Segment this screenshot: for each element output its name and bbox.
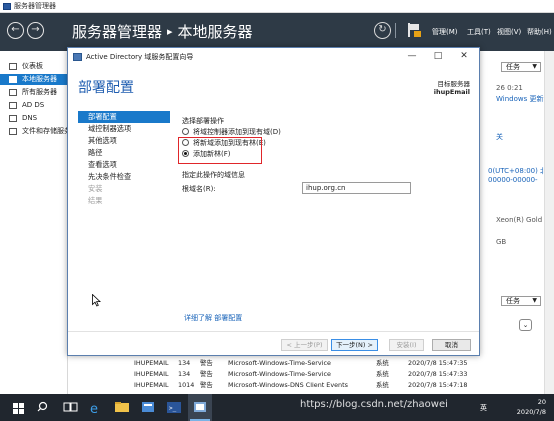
input-language-indicator[interactable]: 英 bbox=[480, 403, 487, 413]
sidebar: 仪表板 本地服务器 所有服务器 AD DS DNS 文件和存储服务 bbox=[0, 51, 68, 394]
adds-icon bbox=[9, 102, 17, 109]
domain-info-label: 指定此操作的域信息 bbox=[182, 171, 245, 179]
menu-tools[interactable]: 工具(T) bbox=[467, 27, 491, 37]
previous-button[interactable]: < 上一步(P) bbox=[281, 339, 328, 351]
wizard-titlebar: Active Directory 域服务配置向导 — □ ✕ bbox=[68, 48, 479, 66]
breadcrumb-separator: ▸ bbox=[167, 25, 173, 38]
wizard-taskbar-icon[interactable] bbox=[188, 394, 212, 421]
step-prerequisites[interactable]: 先决条件检查 bbox=[78, 171, 170, 183]
adds-config-wizard: Active Directory 域服务配置向导 — □ ✕ 部署配置 目标服务… bbox=[67, 47, 480, 356]
step-additional-options[interactable]: 其他选项 bbox=[78, 135, 170, 147]
back-button[interactable]: ← bbox=[7, 22, 24, 39]
svg-text:e: e bbox=[90, 402, 98, 417]
powershell-icon[interactable]: >_ bbox=[162, 394, 186, 421]
sidebar-item-file-storage[interactable]: 文件和存储服务 bbox=[0, 126, 68, 137]
server-manager-titlebar: 服务器管理器 bbox=[0, 0, 554, 13]
expand-collapse-button[interactable]: ⌄ bbox=[519, 319, 532, 331]
server-manager-taskbar-icon[interactable] bbox=[136, 394, 160, 421]
menu-manage[interactable]: 管理(M) bbox=[432, 27, 458, 37]
search-icon[interactable] bbox=[32, 394, 56, 421]
product-id-link[interactable]: 00000-00000- bbox=[488, 176, 538, 184]
option-add-dc-existing-domain[interactable]: 将域控制器添加到现有域(D) bbox=[182, 127, 281, 137]
maximize-icon[interactable]: □ bbox=[427, 49, 449, 64]
cancel-button[interactable]: 取消 bbox=[432, 339, 471, 351]
wizard-title: Active Directory 域服务配置向导 bbox=[86, 53, 194, 61]
sidebar-item-local-server[interactable]: 本地服务器 bbox=[0, 74, 68, 85]
table-row[interactable]: IHUPEMAIL 134 警告 Microsoft-Windows-Time-… bbox=[130, 369, 480, 380]
step-dc-options[interactable]: 域控制器选项 bbox=[78, 123, 170, 135]
notifications-flag-icon[interactable] bbox=[408, 23, 421, 37]
wizard-heading: 部署配置 bbox=[78, 80, 134, 96]
wizard-footer-divider bbox=[68, 331, 479, 332]
chevron-down-icon: ▼ bbox=[532, 63, 537, 70]
target-server: 目标服务器 ihupEmail bbox=[433, 80, 470, 96]
close-icon[interactable]: ✕ bbox=[453, 49, 475, 64]
step-results: 结果 bbox=[88, 196, 103, 205]
step-paths[interactable]: 路径 bbox=[78, 147, 170, 159]
processor-value: Xeon(R) Gold bbox=[496, 216, 543, 224]
header-divider bbox=[395, 23, 396, 38]
watermark-text: https://blog.csdn.net/zhaowei bbox=[300, 399, 448, 410]
step-review-options[interactable]: 查看选项 bbox=[78, 159, 170, 171]
clock-time: 20 bbox=[537, 398, 546, 406]
breadcrumb: 服务器管理器 ▸ 本地服务器 bbox=[72, 21, 253, 42]
radio-button[interactable] bbox=[182, 128, 189, 135]
refresh-icon[interactable]: ↻ bbox=[374, 22, 391, 39]
more-info-link[interactable]: 详细了解 部署配置 bbox=[184, 313, 242, 323]
menu-view[interactable]: 视图(V) bbox=[497, 27, 521, 37]
install-button[interactable]: 安装(I) bbox=[389, 339, 424, 351]
menu-help[interactable]: 帮助(H) bbox=[527, 27, 552, 37]
clock-date: 2020/7/8 bbox=[516, 408, 546, 416]
chevron-down-icon: ▼ bbox=[532, 297, 537, 304]
server-manager-header: ← → 服务器管理器 ▸ 本地服务器 ↻ 管理(M) 工具(T) 视图(V) 帮助(… bbox=[0, 13, 554, 51]
operation-section-label: 选择部署操作 bbox=[182, 117, 224, 125]
step-deployment-config[interactable]: 部署配置 bbox=[78, 111, 170, 123]
table-row[interactable]: IHUPEMAIL 1014 警告 Microsoft-Windows-DNS … bbox=[130, 380, 480, 391]
breadcrumb-current: 本地服务器 bbox=[177, 23, 253, 41]
wizard-steps: 部署配置 域控制器选项 其他选项 路径 查看选项 先决条件检查 安装 结果 bbox=[78, 111, 170, 207]
next-button[interactable]: 下一步(N) > bbox=[331, 339, 378, 351]
server-icon bbox=[9, 76, 17, 83]
sidebar-item-adds[interactable]: AD DS bbox=[0, 100, 68, 111]
last-installed-value: 26 0:21 bbox=[496, 84, 523, 92]
step-installation: 安装 bbox=[88, 184, 103, 193]
sidebar-item-dns[interactable]: DNS bbox=[0, 113, 68, 124]
file-storage-icon bbox=[9, 128, 17, 135]
forward-button[interactable]: → bbox=[27, 22, 44, 39]
servers-icon bbox=[9, 89, 17, 96]
windows-logo-icon bbox=[13, 403, 24, 414]
windows-update-link[interactable]: Windows 更新 bbox=[496, 94, 543, 104]
minimize-icon[interactable]: — bbox=[401, 49, 423, 64]
breadcrumb-root[interactable]: 服务器管理器 bbox=[72, 23, 162, 41]
server-manager-icon bbox=[3, 3, 11, 10]
mouse-pointer-icon bbox=[92, 294, 101, 307]
sidebar-item-all-servers[interactable]: 所有服务器 bbox=[0, 87, 68, 98]
tasks-dropdown[interactable]: 任务 ▼ bbox=[501, 62, 541, 72]
target-server-name: ihupEmail bbox=[433, 88, 470, 96]
root-domain-label: 根域名(R): bbox=[182, 185, 216, 193]
task-view-icon[interactable] bbox=[58, 394, 82, 421]
svg-text:>_: >_ bbox=[169, 405, 177, 412]
setting-off-link[interactable]: 关 bbox=[496, 132, 503, 142]
start-button[interactable] bbox=[4, 394, 28, 421]
window-title: 服务器管理器 bbox=[14, 2, 56, 10]
events-tasks-dropdown[interactable]: 任务 ▼ bbox=[501, 296, 541, 306]
table-row[interactable]: IHUPEMAIL 134 警告 Microsoft-Windows-Time-… bbox=[130, 358, 480, 369]
dashboard-icon bbox=[9, 63, 17, 70]
wizard-app-icon bbox=[73, 53, 82, 61]
root-domain-input[interactable] bbox=[302, 182, 411, 194]
vertical-scrollbar[interactable] bbox=[544, 51, 554, 394]
selection-highlight-box bbox=[178, 137, 262, 164]
clock[interactable]: 20 2020/7/8 bbox=[506, 397, 546, 417]
dns-icon bbox=[9, 115, 17, 122]
memory-value: GB bbox=[496, 238, 507, 246]
sidebar-item-dashboard[interactable]: 仪表板 bbox=[0, 61, 68, 72]
events-table: IHUPEMAIL 134 警告 Microsoft-Windows-Time-… bbox=[130, 358, 480, 391]
taskbar: e >_ 英 bbox=[0, 394, 554, 421]
edge-browser-icon[interactable]: e bbox=[84, 394, 108, 421]
file-explorer-icon[interactable] bbox=[110, 394, 134, 421]
